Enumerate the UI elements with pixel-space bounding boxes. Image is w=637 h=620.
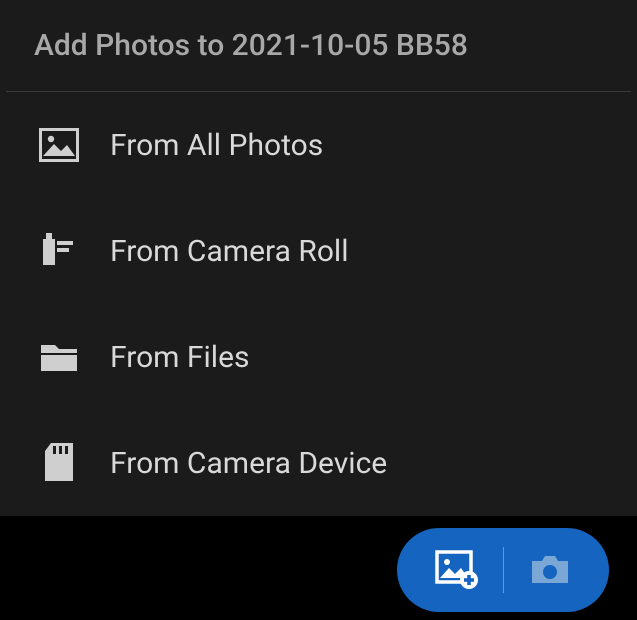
option-label: From Camera Device <box>110 446 387 481</box>
camera-icon <box>528 553 572 587</box>
folder-icon <box>38 336 80 378</box>
option-from-camera-device[interactable]: From Camera Device <box>0 410 637 516</box>
option-label: From All Photos <box>110 128 323 163</box>
option-from-files[interactable]: From Files <box>0 304 637 410</box>
photo-icon <box>38 124 80 166</box>
add-photo-icon <box>435 550 479 590</box>
option-from-camera-roll[interactable]: From Camera Roll <box>0 198 637 304</box>
sd-card-icon <box>38 442 80 484</box>
option-label: From Files <box>110 340 250 375</box>
option-label: From Camera Roll <box>110 234 349 269</box>
fab-divider <box>503 547 504 593</box>
fab-pill <box>397 528 609 612</box>
option-from-all-photos[interactable]: From All Photos <box>0 92 637 198</box>
film-roll-icon <box>38 230 80 272</box>
capture-button[interactable] <box>528 553 572 587</box>
add-photo-button[interactable] <box>435 550 479 590</box>
panel-title: Add Photos to 2021-10-05 BB58 <box>0 28 637 91</box>
add-photos-panel: Add Photos to 2021-10-05 BB58 From All P… <box>0 0 637 516</box>
